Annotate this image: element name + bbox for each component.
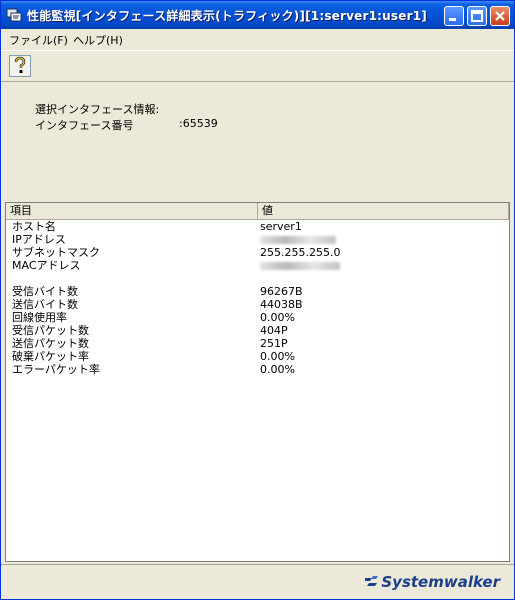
table-row[interactable]: サブネットマスク 255.255.255.0 xyxy=(6,246,509,259)
table-row[interactable]: 回線使用率 0.00% xyxy=(6,311,509,324)
minimize-icon xyxy=(449,18,456,21)
interface-number-label: インタフェース番号 xyxy=(35,119,134,132)
row-value: 0.00% xyxy=(260,311,295,324)
systemwalker-logo: Systemwalker xyxy=(363,573,500,591)
row-value: 404P xyxy=(260,324,288,337)
close-icon xyxy=(495,11,505,21)
table-row[interactable]: 破棄パケット率 0.00% xyxy=(6,350,509,363)
column-header-value[interactable]: 値 xyxy=(258,203,509,219)
row-value: 0.00% xyxy=(260,350,295,363)
table-row[interactable]: 送信パケット数 251P xyxy=(6,337,509,350)
row-item-label: 破棄パケット率 xyxy=(12,350,89,363)
interface-info-panel: 選択インタフェース情報: インタフェース番号 :65539 xyxy=(1,81,514,201)
row-item-label: 送信バイト数 xyxy=(12,298,78,311)
table-row[interactable]: MACアドレス xyxy=(6,259,509,272)
redacted-value xyxy=(260,262,340,270)
interface-detail-list[interactable]: 項目 値 ホスト名 server1 IPアドレス サブネットマスク 255.255.25… xyxy=(5,202,510,562)
row-value: server1 xyxy=(260,220,302,233)
row-item-label: 送信パケット数 xyxy=(12,337,89,350)
close-button[interactable] xyxy=(490,6,510,26)
maximize-icon xyxy=(471,10,483,22)
menu-help[interactable]: ヘルプ(H) xyxy=(73,32,123,48)
interface-number-value: :65539 xyxy=(179,117,218,130)
table-row[interactable]: エラーパケット率 0.00% xyxy=(6,363,509,376)
logo-text: Systemwalker xyxy=(381,573,500,591)
help-button[interactable] xyxy=(9,55,31,77)
table-row[interactable]: 受信バイト数 96267B xyxy=(6,285,509,298)
systemwalker-logo-icon xyxy=(365,576,379,586)
menu-file[interactable]: ファイル(F) xyxy=(9,32,68,48)
menu-bar: ファイル(F) ヘルプ(H) xyxy=(1,29,514,49)
row-item-label: ホスト名 xyxy=(12,220,56,233)
row-item-label: IPアドレス xyxy=(12,233,66,246)
row-value: 96267B xyxy=(260,285,303,298)
help-icon xyxy=(14,56,26,73)
row-value: 251P xyxy=(260,337,288,350)
row-item-label: 回線使用率 xyxy=(12,311,67,324)
redacted-value xyxy=(260,236,336,244)
row-item-label: エラーパケット率 xyxy=(12,363,100,376)
row-value: 0.00% xyxy=(260,363,295,376)
row-item-label: 受信バイト数 xyxy=(12,285,78,298)
list-header: 項目 値 xyxy=(6,203,509,220)
main-window: 性能監視[インタフェース詳細表示(トラフィック)][1:server1:user… xyxy=(0,0,515,600)
column-header-item[interactable]: 項目 xyxy=(6,203,258,219)
app-icon xyxy=(6,8,22,22)
maximize-button[interactable] xyxy=(467,6,487,26)
toolbar xyxy=(1,50,514,82)
row-value: 255.255.255.0 xyxy=(260,246,341,259)
table-row[interactable]: ホスト名 server1 xyxy=(6,220,509,233)
minimize-button[interactable] xyxy=(444,6,464,26)
row-item-label: サブネットマスク xyxy=(12,246,100,259)
table-row[interactable] xyxy=(6,272,509,285)
row-value: 44038B xyxy=(260,298,303,311)
table-row[interactable]: 受信パケット数 404P xyxy=(6,324,509,337)
row-item-label: 受信パケット数 xyxy=(12,324,89,337)
row-item-label: MACアドレス xyxy=(12,259,81,272)
info-heading: 選択インタフェース情報: xyxy=(35,103,160,116)
table-row[interactable]: 送信バイト数 44038B xyxy=(6,298,509,311)
status-bar: Systemwalker xyxy=(1,564,514,600)
title-bar[interactable]: 性能監視[インタフェース詳細表示(トラフィック)][1:server1:user… xyxy=(1,1,514,29)
window-title: 性能監視[インタフェース詳細表示(トラフィック)][1:server1:user… xyxy=(27,9,427,23)
table-row[interactable]: IPアドレス xyxy=(6,233,509,246)
